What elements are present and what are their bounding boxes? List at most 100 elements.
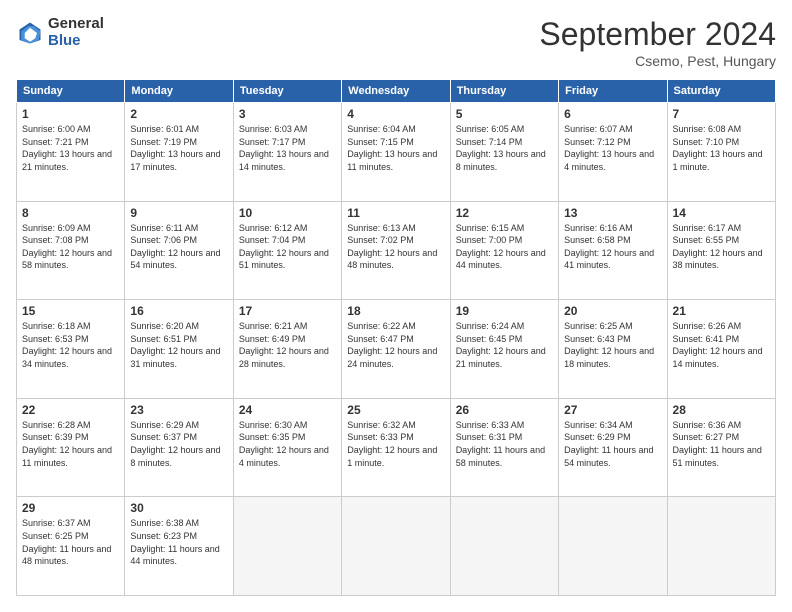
- calendar-week-row: 29 Sunrise: 6:37 AMSunset: 6:25 PMDaylig…: [17, 497, 776, 596]
- day-number: 15: [22, 304, 119, 318]
- cell-content: Sunrise: 6:36 AMSunset: 6:27 PMDaylight:…: [673, 419, 770, 469]
- day-number: 14: [673, 206, 770, 220]
- day-number: 6: [564, 107, 661, 121]
- cell-content: Sunrise: 6:17 AMSunset: 6:55 PMDaylight:…: [673, 222, 770, 272]
- day-number: 29: [22, 501, 119, 515]
- day-number: 5: [456, 107, 553, 121]
- day-number: 13: [564, 206, 661, 220]
- day-number: 1: [22, 107, 119, 121]
- table-row: 12 Sunrise: 6:15 AMSunset: 7:00 PMDaylig…: [450, 201, 558, 300]
- calendar-week-row: 8 Sunrise: 6:09 AMSunset: 7:08 PMDayligh…: [17, 201, 776, 300]
- table-row: [450, 497, 558, 596]
- table-row: 16 Sunrise: 6:20 AMSunset: 6:51 PMDaylig…: [125, 300, 233, 399]
- day-number: 27: [564, 403, 661, 417]
- day-number: 11: [347, 206, 444, 220]
- day-number: 10: [239, 206, 336, 220]
- day-number: 17: [239, 304, 336, 318]
- table-row: 10 Sunrise: 6:12 AMSunset: 7:04 PMDaylig…: [233, 201, 341, 300]
- table-row: 5 Sunrise: 6:05 AMSunset: 7:14 PMDayligh…: [450, 103, 558, 202]
- day-number: 30: [130, 501, 227, 515]
- logo-text: General Blue: [48, 16, 104, 49]
- day-number: 2: [130, 107, 227, 121]
- page: General Blue September 2024 Csemo, Pest,…: [0, 0, 792, 612]
- title-block: September 2024 Csemo, Pest, Hungary: [539, 16, 776, 69]
- cell-content: Sunrise: 6:18 AMSunset: 6:53 PMDaylight:…: [22, 320, 119, 370]
- table-row: 26 Sunrise: 6:33 AMSunset: 6:31 PMDaylig…: [450, 398, 558, 497]
- col-sunday: Sunday: [17, 80, 125, 103]
- cell-content: Sunrise: 6:08 AMSunset: 7:10 PMDaylight:…: [673, 123, 770, 173]
- table-row: 4 Sunrise: 6:04 AMSunset: 7:15 PMDayligh…: [342, 103, 450, 202]
- calendar-week-row: 15 Sunrise: 6:18 AMSunset: 6:53 PMDaylig…: [17, 300, 776, 399]
- day-number: 16: [130, 304, 227, 318]
- table-row: [667, 497, 775, 596]
- cell-content: Sunrise: 6:11 AMSunset: 7:06 PMDaylight:…: [130, 222, 227, 272]
- table-row: 21 Sunrise: 6:26 AMSunset: 6:41 PMDaylig…: [667, 300, 775, 399]
- header: General Blue September 2024 Csemo, Pest,…: [16, 16, 776, 69]
- col-monday: Monday: [125, 80, 233, 103]
- table-row: [233, 497, 341, 596]
- logo-icon: [16, 19, 44, 47]
- table-row: 20 Sunrise: 6:25 AMSunset: 6:43 PMDaylig…: [559, 300, 667, 399]
- cell-content: Sunrise: 6:21 AMSunset: 6:49 PMDaylight:…: [239, 320, 336, 370]
- table-row: [342, 497, 450, 596]
- day-number: 9: [130, 206, 227, 220]
- day-number: 20: [564, 304, 661, 318]
- table-row: 8 Sunrise: 6:09 AMSunset: 7:08 PMDayligh…: [17, 201, 125, 300]
- cell-content: Sunrise: 6:05 AMSunset: 7:14 PMDaylight:…: [456, 123, 553, 173]
- cell-content: Sunrise: 6:16 AMSunset: 6:58 PMDaylight:…: [564, 222, 661, 272]
- month-title: September 2024: [539, 16, 776, 53]
- cell-content: Sunrise: 6:20 AMSunset: 6:51 PMDaylight:…: [130, 320, 227, 370]
- cell-content: Sunrise: 6:22 AMSunset: 6:47 PMDaylight:…: [347, 320, 444, 370]
- cell-content: Sunrise: 6:33 AMSunset: 6:31 PMDaylight:…: [456, 419, 553, 469]
- cell-content: Sunrise: 6:07 AMSunset: 7:12 PMDaylight:…: [564, 123, 661, 173]
- table-row: 30 Sunrise: 6:38 AMSunset: 6:23 PMDaylig…: [125, 497, 233, 596]
- table-row: 23 Sunrise: 6:29 AMSunset: 6:37 PMDaylig…: [125, 398, 233, 497]
- cell-content: Sunrise: 6:04 AMSunset: 7:15 PMDaylight:…: [347, 123, 444, 173]
- cell-content: Sunrise: 6:26 AMSunset: 6:41 PMDaylight:…: [673, 320, 770, 370]
- cell-content: Sunrise: 6:09 AMSunset: 7:08 PMDaylight:…: [22, 222, 119, 272]
- table-row: 25 Sunrise: 6:32 AMSunset: 6:33 PMDaylig…: [342, 398, 450, 497]
- day-number: 3: [239, 107, 336, 121]
- table-row: 11 Sunrise: 6:13 AMSunset: 7:02 PMDaylig…: [342, 201, 450, 300]
- logo: General Blue: [16, 16, 104, 49]
- cell-content: Sunrise: 6:00 AMSunset: 7:21 PMDaylight:…: [22, 123, 119, 173]
- table-row: 7 Sunrise: 6:08 AMSunset: 7:10 PMDayligh…: [667, 103, 775, 202]
- day-number: 26: [456, 403, 553, 417]
- day-number: 12: [456, 206, 553, 220]
- day-number: 22: [22, 403, 119, 417]
- logo-general-text: General: [48, 16, 104, 33]
- table-row: 6 Sunrise: 6:07 AMSunset: 7:12 PMDayligh…: [559, 103, 667, 202]
- day-number: 18: [347, 304, 444, 318]
- table-row: 18 Sunrise: 6:22 AMSunset: 6:47 PMDaylig…: [342, 300, 450, 399]
- cell-content: Sunrise: 6:25 AMSunset: 6:43 PMDaylight:…: [564, 320, 661, 370]
- day-number: 21: [673, 304, 770, 318]
- table-row: 22 Sunrise: 6:28 AMSunset: 6:39 PMDaylig…: [17, 398, 125, 497]
- day-number: 4: [347, 107, 444, 121]
- calendar-header-row: Sunday Monday Tuesday Wednesday Thursday…: [17, 80, 776, 103]
- day-number: 24: [239, 403, 336, 417]
- table-row: 29 Sunrise: 6:37 AMSunset: 6:25 PMDaylig…: [17, 497, 125, 596]
- cell-content: Sunrise: 6:15 AMSunset: 7:00 PMDaylight:…: [456, 222, 553, 272]
- table-row: 28 Sunrise: 6:36 AMSunset: 6:27 PMDaylig…: [667, 398, 775, 497]
- cell-content: Sunrise: 6:38 AMSunset: 6:23 PMDaylight:…: [130, 517, 227, 567]
- col-friday: Friday: [559, 80, 667, 103]
- cell-content: Sunrise: 6:29 AMSunset: 6:37 PMDaylight:…: [130, 419, 227, 469]
- table-row: 15 Sunrise: 6:18 AMSunset: 6:53 PMDaylig…: [17, 300, 125, 399]
- col-wednesday: Wednesday: [342, 80, 450, 103]
- table-row: [559, 497, 667, 596]
- table-row: 1 Sunrise: 6:00 AMSunset: 7:21 PMDayligh…: [17, 103, 125, 202]
- calendar-week-row: 1 Sunrise: 6:00 AMSunset: 7:21 PMDayligh…: [17, 103, 776, 202]
- table-row: 17 Sunrise: 6:21 AMSunset: 6:49 PMDaylig…: [233, 300, 341, 399]
- table-row: 13 Sunrise: 6:16 AMSunset: 6:58 PMDaylig…: [559, 201, 667, 300]
- day-number: 28: [673, 403, 770, 417]
- location: Csemo, Pest, Hungary: [539, 53, 776, 69]
- day-number: 8: [22, 206, 119, 220]
- cell-content: Sunrise: 6:37 AMSunset: 6:25 PMDaylight:…: [22, 517, 119, 567]
- day-number: 7: [673, 107, 770, 121]
- cell-content: Sunrise: 6:01 AMSunset: 7:19 PMDaylight:…: [130, 123, 227, 173]
- calendar-table: Sunday Monday Tuesday Wednesday Thursday…: [16, 79, 776, 596]
- cell-content: Sunrise: 6:32 AMSunset: 6:33 PMDaylight:…: [347, 419, 444, 469]
- cell-content: Sunrise: 6:13 AMSunset: 7:02 PMDaylight:…: [347, 222, 444, 272]
- col-thursday: Thursday: [450, 80, 558, 103]
- cell-content: Sunrise: 6:24 AMSunset: 6:45 PMDaylight:…: [456, 320, 553, 370]
